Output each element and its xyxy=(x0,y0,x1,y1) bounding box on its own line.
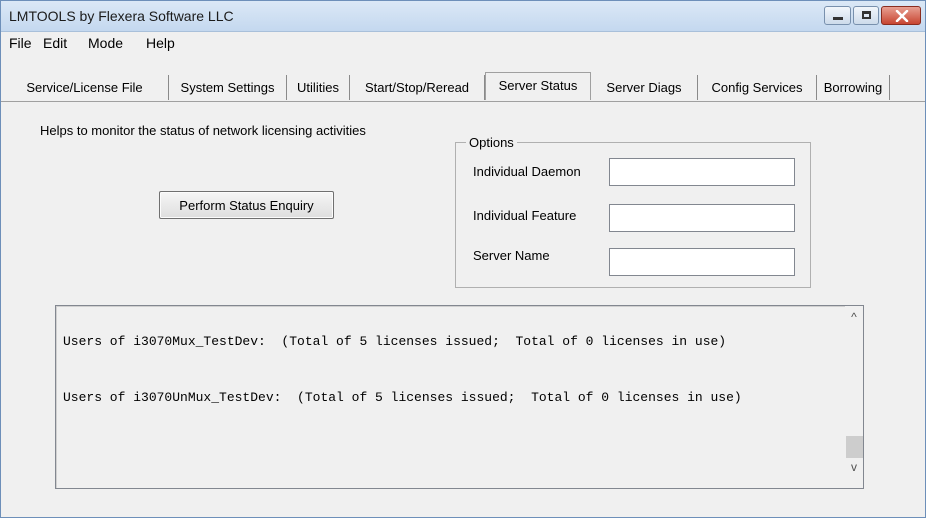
scroll-thumb[interactable] xyxy=(846,436,863,458)
menu-file[interactable]: File xyxy=(9,35,32,51)
tab-panel-border xyxy=(1,101,925,102)
maximize-icon xyxy=(862,11,871,19)
tab-server-status[interactable]: Server Status xyxy=(485,72,591,100)
lmtools-window: LMTOOLS by Flexera Software LLC File Edi… xyxy=(0,0,926,518)
minimize-button[interactable] xyxy=(824,6,851,25)
menu-mode[interactable]: Mode xyxy=(88,35,123,51)
individual-daemon-label: Individual Daemon xyxy=(473,164,581,179)
menu-help[interactable]: Help xyxy=(146,35,175,51)
menu-bar: File Edit Mode Help xyxy=(1,32,925,54)
server-name-input[interactable] xyxy=(609,248,795,276)
maximize-button[interactable] xyxy=(853,6,879,25)
options-legend: Options xyxy=(466,135,517,150)
scroll-up-icon[interactable]: ^ xyxy=(845,308,863,326)
tab-start-stop-reread[interactable]: Start/Stop/Reread xyxy=(350,75,485,100)
status-output-box[interactable]: Users of i3070Mux_TestDev: (Total of 5 l… xyxy=(55,305,864,489)
menu-edit[interactable]: Edit xyxy=(43,35,67,51)
individual-feature-label: Individual Feature xyxy=(473,208,577,223)
perform-status-enquiry-button[interactable]: Perform Status Enquiry xyxy=(159,191,334,219)
individual-feature-input[interactable] xyxy=(609,204,795,232)
vertical-scrollbar[interactable]: ^ v xyxy=(845,306,863,488)
description-text: Helps to monitor the status of network l… xyxy=(40,123,366,138)
tab-utilities[interactable]: Utilities xyxy=(287,75,350,100)
minimize-icon xyxy=(833,17,843,20)
window-title: LMTOOLS by Flexera Software LLC xyxy=(9,8,234,24)
output-line: Users of i3070UnMux_TestDev: (Total of 5… xyxy=(63,390,742,405)
tab-strip: Service/License File System Settings Uti… xyxy=(1,72,925,101)
options-group: Options Individual Daemon Individual Fea… xyxy=(455,135,811,288)
close-icon xyxy=(895,10,909,22)
tab-system-settings[interactable]: System Settings xyxy=(169,75,287,100)
tab-borrowing[interactable]: Borrowing xyxy=(817,75,890,100)
scroll-down-icon[interactable]: v xyxy=(845,458,863,476)
title-bar[interactable]: LMTOOLS by Flexera Software LLC xyxy=(1,1,925,32)
close-button[interactable] xyxy=(881,6,921,25)
tab-config-services[interactable]: Config Services xyxy=(698,75,817,100)
tab-service-license-file[interactable]: Service/License File xyxy=(1,75,169,100)
server-name-label: Server Name xyxy=(473,248,550,263)
individual-daemon-input[interactable] xyxy=(609,158,795,186)
output-line: Users of i3070Mux_TestDev: (Total of 5 l… xyxy=(63,334,727,349)
tab-server-diags[interactable]: Server Diags xyxy=(591,75,698,100)
